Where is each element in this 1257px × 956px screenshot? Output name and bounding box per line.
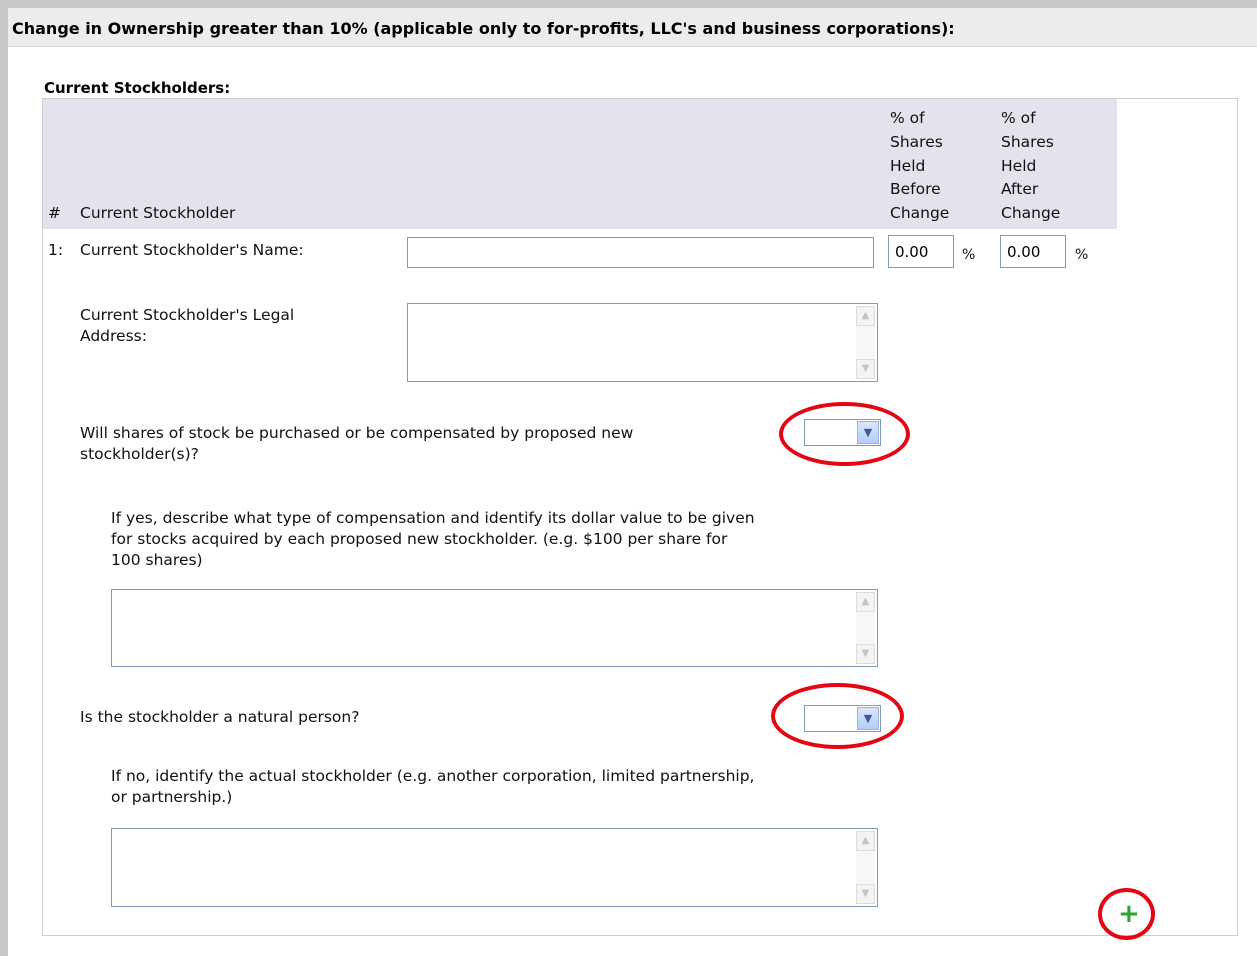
section-header-title: Change in Ownership greater than 10% (ap…	[12, 19, 955, 38]
column-header-after-line: After	[1001, 180, 1039, 198]
current-stockholders-title: Current Stockholders:	[44, 79, 231, 97]
row-number: 1:	[48, 241, 64, 259]
column-header-after-line: Shares	[1001, 133, 1054, 151]
shares-after-change-input[interactable]	[1000, 235, 1066, 268]
column-header-after-line: Change	[1001, 204, 1061, 222]
scroll-down-arrow-icon[interactable]: ▼	[856, 884, 875, 904]
column-header-before-line: Change	[890, 204, 950, 222]
scroll-up-arrow-icon[interactable]: ▲	[856, 306, 875, 326]
compensation-textarea[interactable]: ▲ ▼	[111, 589, 878, 667]
purchase-question-line: Will shares of stock be purchased or be …	[80, 424, 634, 442]
scroll-down-arrow-icon[interactable]: ▼	[856, 359, 875, 379]
stockholder-name-input[interactable]	[407, 237, 874, 268]
shares-before-change-input[interactable]	[888, 235, 954, 268]
annotation-circle	[771, 683, 904, 749]
annotation-circle	[1098, 888, 1155, 940]
natural-person-question: Is the stockholder a natural person?	[80, 708, 360, 726]
legal-address-label-line: Current Stockholder's Legal	[80, 306, 295, 324]
column-header-after-line: Held	[1001, 157, 1037, 175]
window-left-border	[0, 0, 8, 956]
compensation-description-line: for stocks acquired by each proposed new…	[111, 530, 728, 548]
stockholder-name-label: Current Stockholder's Name:	[80, 241, 304, 259]
percent-sign: %	[962, 247, 976, 263]
column-header-before-line: Before	[890, 180, 941, 198]
window-top-border	[0, 0, 1257, 8]
actual-stockholder-textarea[interactable]: ▲ ▼	[111, 828, 878, 907]
textarea-scrollbar[interactable]: ▲ ▼	[856, 592, 875, 664]
textarea-scrollbar[interactable]: ▲ ▼	[856, 831, 875, 904]
actual-stockholder-description-line: If no, identify the actual stockholder (…	[111, 767, 755, 785]
legal-address-label-line: Address:	[80, 327, 147, 345]
section-header-band: Change in Ownership greater than 10% (ap…	[8, 8, 1257, 47]
percent-sign: %	[1075, 247, 1089, 263]
purchase-question-line: stockholder(s)?	[80, 445, 199, 463]
actual-stockholder-description-line: or partnership.)	[111, 788, 233, 806]
column-header-before-line: Held	[890, 157, 926, 175]
scroll-up-arrow-icon[interactable]: ▲	[856, 831, 875, 851]
annotation-circle	[779, 402, 910, 466]
column-header-after-line: % of	[1001, 109, 1036, 127]
column-header-before-line: % of	[890, 109, 925, 127]
column-header-before-line: Shares	[890, 133, 943, 151]
scroll-up-arrow-icon[interactable]: ▲	[856, 592, 875, 612]
column-header-number: #	[48, 204, 61, 222]
compensation-description-line: If yes, describe what type of compensati…	[111, 509, 755, 527]
scroll-down-arrow-icon[interactable]: ▼	[856, 644, 875, 664]
column-header-stockholder: Current Stockholder	[80, 204, 236, 222]
compensation-description-line: 100 shares)	[111, 551, 203, 569]
legal-address-textarea[interactable]: ▲ ▼	[407, 303, 878, 382]
textarea-scrollbar[interactable]: ▲ ▼	[856, 306, 875, 379]
